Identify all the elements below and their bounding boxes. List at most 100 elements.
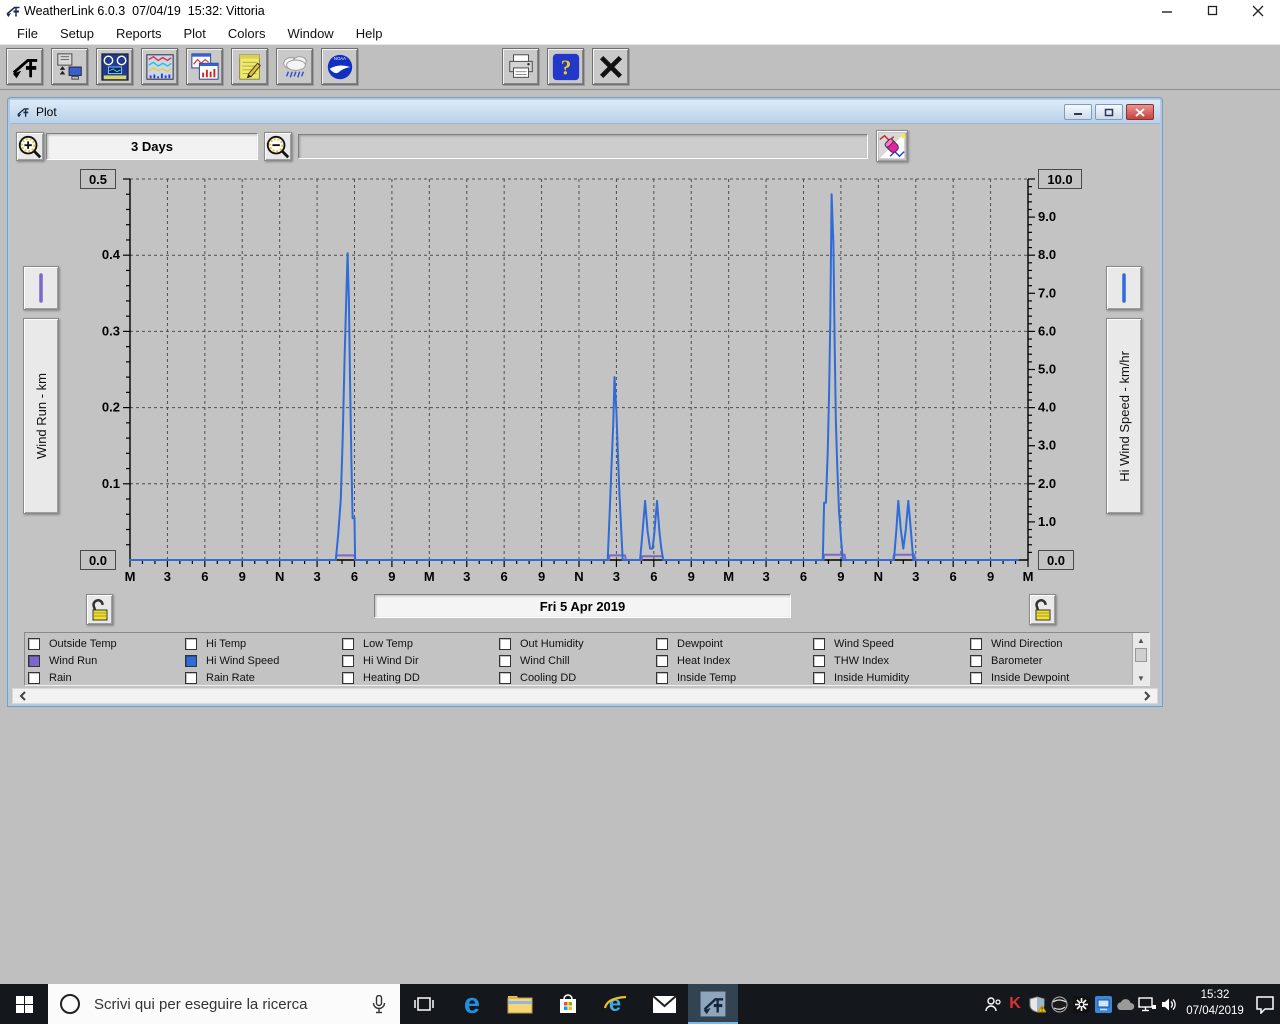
plot-minimize-button[interactable] [1064,104,1092,120]
svg-text:8.0: 8.0 [1038,247,1056,262]
legend-scrollbar-thumb[interactable] [1135,648,1147,662]
plot-window-titlebar[interactable]: Plot [10,100,1160,124]
svg-text:6: 6 [201,569,208,584]
app-titlebar[interactable]: WeatherLink 6.0.3 07/04/19 15:32: Vittor… [0,0,1280,22]
scroll-right-icon[interactable] [1139,689,1155,703]
legend-label: Low Temp [363,637,413,650]
right-axis-label-button[interactable]: Hi Wind Speed - km/hr [1106,318,1142,514]
search-input[interactable]: Scrivi qui per eseguire la ricerca [48,984,400,1024]
people-button[interactable] [982,984,1004,1024]
mail-button[interactable] [640,984,688,1024]
cortana-icon [60,994,80,1014]
legend-checkbox-thw-index[interactable] [813,654,825,667]
legend-checkbox-low-temp[interactable] [342,637,354,650]
menu-window[interactable]: Window [276,22,344,44]
zoom-in-button[interactable] [16,132,44,161]
scroll-down-icon[interactable]: ▼ [1133,671,1149,685]
legend-checkbox-inside-humidity[interactable] [813,671,825,684]
weather-station-button[interactable] [6,48,43,85]
scroll-left-icon[interactable] [15,689,31,703]
left-series-color-button[interactable] [23,266,59,310]
volume-tray-button[interactable] [1158,984,1180,1024]
menu-help[interactable]: Help [345,22,394,44]
menu-file[interactable]: File [6,22,49,44]
legend-checkbox-out-humidity[interactable] [499,637,511,650]
remote-tray-button[interactable] [1092,984,1114,1024]
right-lock-button[interactable] [1029,594,1056,625]
defender-tray-button[interactable]: ! [1026,984,1048,1024]
menubar: File Setup Reports Plot Colors Window He… [0,22,1280,44]
print-button[interactable] [502,48,539,85]
legend-checkbox-rain[interactable] [28,671,40,684]
store-button[interactable] [544,984,592,1024]
plot-horizontal-scrollbar[interactable] [12,688,1158,704]
legend-checkbox-inside-temp[interactable] [656,671,668,684]
left-axis-label-button[interactable]: Wind Run - km [23,318,59,514]
legend-scrollbar[interactable]: ▲ ▼ [1132,633,1149,685]
legend-checkbox-wind-speed[interactable] [813,637,825,650]
noaa-button[interactable]: NOAA [321,48,358,85]
help-button[interactable]: ? [547,48,584,85]
menu-colors[interactable]: Colors [217,22,277,44]
legend-checkbox-wind-chill[interactable] [499,654,511,667]
network-icon [1138,996,1156,1011]
legend-checkbox-heating-dd[interactable] [342,671,354,684]
notes-button[interactable] [231,48,268,85]
kaspersky-tray-button[interactable]: K [1004,984,1026,1024]
rain-button[interactable] [276,48,313,85]
weatherlink-taskbar-button[interactable] [688,984,738,1024]
strip-chart-button[interactable] [141,48,178,85]
legend-checkbox-wind-run[interactable] [28,654,40,667]
app-close-button[interactable] [1235,0,1280,22]
menu-plot[interactable]: Plot [172,22,216,44]
legend-checkbox-outside-temp[interactable] [28,637,40,650]
right-series-color-button[interactable] [1106,266,1142,310]
legend-checkbox-cooling-dd[interactable] [499,671,511,684]
scroll-up-icon[interactable]: ▲ [1133,633,1149,647]
app-restore-button[interactable] [1190,0,1235,22]
legend-checkbox-heat-index[interactable] [656,654,668,667]
app-minimize-button[interactable] [1145,0,1190,22]
left-axis-label: Wind Run - km [33,373,49,459]
time-range-box[interactable]: 3 Days [46,133,258,160]
bulletin-icon [100,52,129,81]
date-navigation-bar[interactable]: Fri 5 Apr 2019 [374,594,791,618]
legend-checkbox-hi-wind-dir[interactable] [342,654,354,667]
scroll-range-bar[interactable] [298,134,868,159]
browser-tray-button[interactable] [1048,984,1070,1024]
file-explorer-button[interactable] [496,984,544,1024]
legend-checkbox-wind-direction[interactable] [970,637,982,650]
legend-label: Rain Rate [206,671,255,684]
edge-button[interactable]: e [448,984,496,1024]
exit-button[interactable] [592,48,629,85]
bulletin-button[interactable] [96,48,133,85]
task-view-button[interactable] [400,984,448,1024]
legend-item-rain: Rain [28,669,185,686]
legend-checkbox-barometer[interactable] [970,654,982,667]
taskbar-clock[interactable]: 15:32 07/04/2019 [1180,988,1250,1019]
legend-checkbox-dewpoint[interactable] [656,637,668,650]
download-button[interactable] [51,48,88,85]
microphone-icon[interactable] [372,995,386,1014]
menu-reports[interactable]: Reports [105,22,173,44]
action-center-button[interactable] [1250,984,1280,1024]
clear-plot-button[interactable] [876,130,908,162]
menu-setup[interactable]: Setup [49,22,105,44]
legend-checkbox-hi-temp[interactable] [185,637,197,650]
pinwheel-tray-button[interactable] [1070,984,1092,1024]
toolbar: NOAA ? [0,44,1280,90]
legend-checkbox-hi-wind-speed[interactable] [185,654,197,667]
action-center-icon [1256,995,1274,1014]
left-lock-button[interactable] [86,594,113,625]
chart-plot-area[interactable]: M 3 6 9 N 3 6 9 M 3 6 9 N 3 6 9 M 3 6 9 N 3 6 9 M 0.4 0.3 0.2 0.1 9.0… [82,170,1082,590]
legend-checkbox-rain-rate[interactable] [185,671,197,684]
onedrive-tray-button[interactable] [1114,984,1136,1024]
legend-checkbox-inside-dewpoint[interactable] [970,671,982,684]
internet-explorer-button[interactable]: e [592,984,640,1024]
zoom-out-button[interactable] [264,132,292,161]
plot-button[interactable] [186,48,223,85]
plot-restore-button[interactable] [1095,104,1123,120]
start-button[interactable] [0,984,48,1024]
network-tray-button[interactable] [1136,984,1158,1024]
plot-close-button[interactable] [1126,104,1154,120]
